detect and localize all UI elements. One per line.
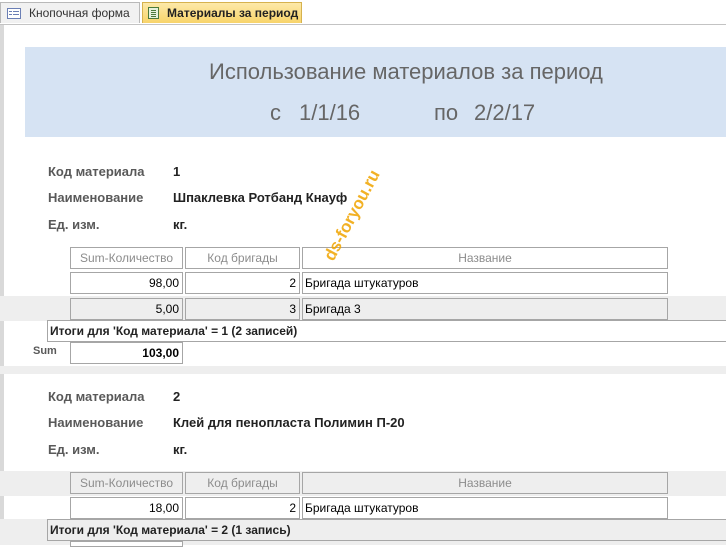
sum-value-partial [70, 541, 183, 547]
sum-label: Sum [33, 345, 57, 357]
code-value: 2 [173, 389, 181, 404]
to-date: 2/2/17 [474, 100, 536, 125]
report-icon [148, 7, 159, 19]
report-title: Использование материалов за период [209, 59, 603, 84]
row-brigade-code[interactable]: 3 [185, 298, 300, 320]
group-separator [0, 366, 726, 374]
row-brigade-code[interactable]: 2 [185, 497, 300, 519]
sum-value: 103,00 [70, 342, 183, 364]
unit-value: кг. [173, 217, 188, 232]
tab-materials-report[interactable]: Материалы за период [142, 2, 302, 23]
code-label: Код материала [48, 164, 145, 179]
document-tab-bar: Кнопочная форма Материалы за период [0, 0, 726, 25]
unit-label: Ед. изм. [48, 217, 100, 232]
left-edge [0, 25, 4, 545]
tab-switchboard-form[interactable]: Кнопочная форма [0, 2, 140, 23]
group-total-text: Итоги для 'Код материала' = 1 (2 записей… [47, 320, 726, 342]
unit-value: кг. [173, 442, 188, 457]
from-date: 1/1/16 [299, 100, 361, 125]
row-brigade-name[interactable]: Бригада штукатуров [302, 497, 668, 519]
name-value: Шпаклевка Ротбанд Кнауф [173, 190, 348, 205]
col-header-sum-qty: Sum-Количество [70, 472, 183, 494]
name-value: Клей для пенопласта Полимин П-20 [173, 415, 405, 430]
row-qty[interactable]: 5,00 [70, 298, 183, 320]
tab-label: Кнопочная форма [29, 6, 130, 20]
row-brigade-name[interactable]: Бригада 3 [302, 298, 668, 320]
row-brigade-name[interactable]: Бригада штукатуров [302, 272, 668, 294]
col-header-brigade-code: Код бригады [185, 472, 300, 494]
name-label: Наименование [48, 190, 144, 205]
tab-label: Материалы за период [167, 6, 299, 20]
unit-label: Ед. изм. [48, 442, 100, 457]
group-total-text: Итоги для 'Код материала' = 2 (1 запись) [47, 519, 726, 541]
from-label: с [270, 100, 281, 125]
code-label: Код материала [48, 389, 145, 404]
row-qty[interactable]: 18,00 [70, 497, 183, 519]
form-icon [7, 7, 21, 19]
code-value: 1 [173, 164, 181, 179]
col-header-sum-qty: Sum-Количество [70, 247, 183, 269]
row-qty[interactable]: 98,00 [70, 272, 183, 294]
name-label: Наименование [48, 415, 144, 430]
row-brigade-code[interactable]: 2 [185, 272, 300, 294]
col-header-name: Название [302, 247, 668, 269]
to-label: по [434, 100, 459, 125]
col-header-name: Название [302, 472, 668, 494]
col-header-brigade-code: Код бригады [185, 247, 300, 269]
